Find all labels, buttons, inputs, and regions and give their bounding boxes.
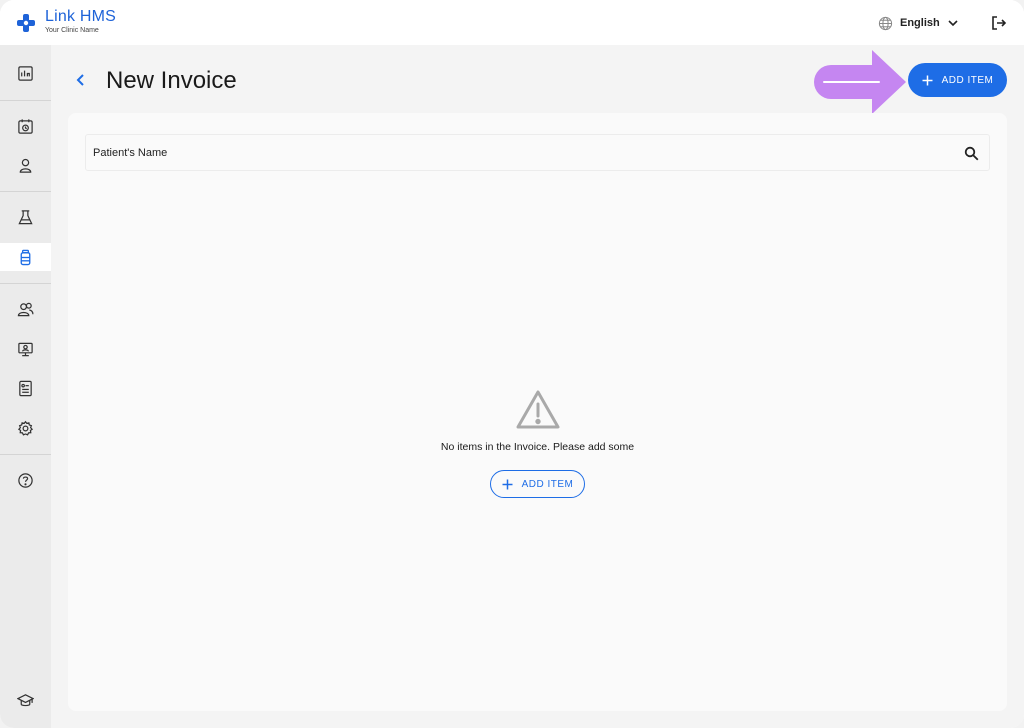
add-item-button[interactable]: ADD ITEM	[908, 63, 1007, 97]
lab-icon	[18, 209, 33, 224]
sidebar-item-education[interactable]	[0, 686, 51, 714]
sidebar-item-appointments[interactable]	[0, 112, 51, 140]
main-content: New Invoice ADD ITEM Patient's Name No i…	[51, 45, 1024, 728]
page-title: New Invoice	[106, 67, 237, 94]
warning-icon	[516, 390, 559, 429]
empty-add-item-label: ADD ITEM	[521, 478, 574, 490]
empty-state: No items in the Invoice. Please add some…	[68, 388, 1007, 498]
education-icon	[17, 693, 34, 706]
top-bar: Link HMS Your Clinic Name English	[0, 0, 1024, 45]
patient-search	[85, 134, 990, 171]
reports-icon	[19, 380, 32, 396]
dashboard-icon	[18, 65, 33, 81]
sidebar-divider	[0, 191, 51, 192]
brand-subtitle: Your Clinic Name	[45, 27, 99, 34]
sidebar	[0, 45, 51, 728]
invoice-panel: No items in the Invoice. Please add some…	[68, 113, 1007, 711]
sidebar-item-staff[interactable]	[0, 295, 51, 323]
brand-logo[interactable]: Link HMS Your Clinic Name	[16, 9, 116, 34]
sidebar-divider	[0, 283, 51, 284]
sidebar-divider	[0, 100, 51, 101]
sidebar-item-dashboard[interactable]	[0, 59, 51, 87]
add-item-label: ADD ITEM	[941, 74, 994, 86]
brand-name: Link HMS	[45, 8, 116, 25]
empty-add-item-button[interactable]: ADD ITEM	[490, 470, 585, 498]
sidebar-divider	[0, 454, 51, 455]
appointments-icon	[18, 118, 33, 134]
back-arrow-icon[interactable]	[73, 71, 89, 89]
pharmacy-icon	[20, 249, 31, 265]
empty-state-message: No items in the Invoice. Please add some	[440, 441, 635, 453]
chevron-down-icon	[948, 20, 958, 27]
language-label: English	[900, 17, 940, 29]
sidebar-item-reports[interactable]	[0, 374, 51, 402]
sidebar-item-patients[interactable]	[0, 151, 51, 179]
sidebar-item-monitor[interactable]	[0, 335, 51, 363]
sidebar-item-pharmacy[interactable]	[0, 243, 51, 271]
sidebar-item-lab[interactable]	[0, 203, 51, 231]
plus-icon	[502, 479, 513, 489]
language-selector[interactable]: English	[878, 14, 959, 32]
search-icon[interactable]	[964, 146, 979, 161]
staff-icon	[17, 302, 34, 316]
settings-icon	[17, 420, 34, 436]
plus-icon	[922, 75, 933, 85]
sidebar-item-settings[interactable]	[0, 414, 51, 442]
sidebar-item-help[interactable]	[0, 466, 51, 494]
logo-cross-icon	[17, 14, 35, 32]
globe-icon	[878, 16, 893, 30]
help-icon	[18, 472, 33, 488]
app-window: Link HMS Your Clinic Name English New In…	[0, 0, 1024, 728]
logout-icon[interactable]	[990, 14, 1008, 32]
monitor-icon	[18, 342, 33, 356]
patient-name-input[interactable]	[86, 135, 946, 170]
patients-icon	[19, 158, 32, 173]
